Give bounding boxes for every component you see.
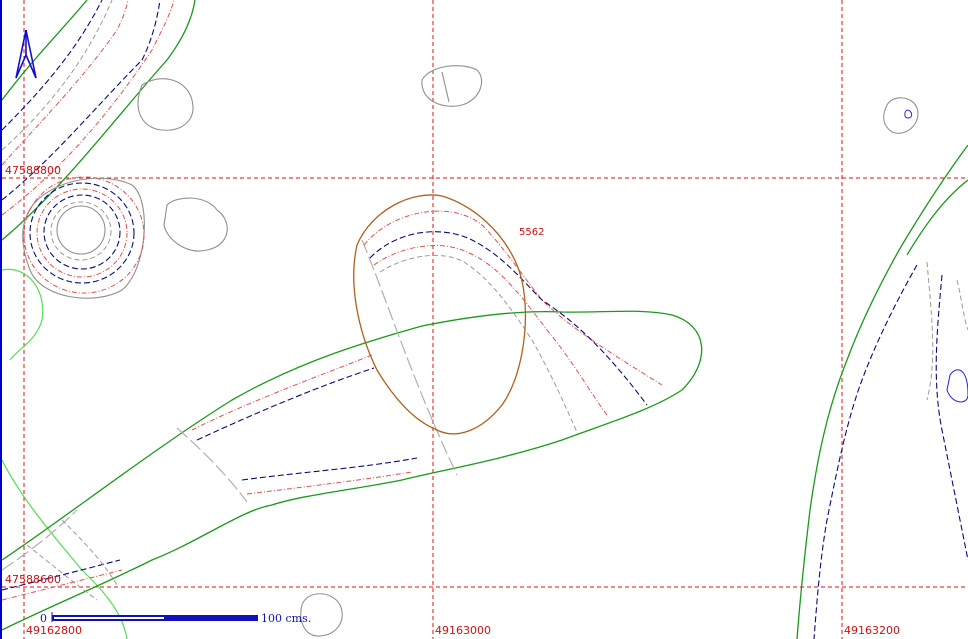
map-canvas[interactable]: 5562 47588800 47588600 49162800 49163000… [0, 0, 968, 639]
easting-label-1: 49162800 [26, 624, 82, 637]
map-drawing[interactable]: 5562 47588800 47588600 49162800 49163000… [2, 0, 968, 639]
northing-label-2: 47588600 [5, 573, 61, 586]
contour-value-label: 5562 [519, 227, 544, 238]
channel-upper-left [2, 0, 196, 241]
contour-rings [22, 176, 145, 299]
feature-outlines [137, 65, 919, 637]
contour-lines-central [363, 210, 663, 433]
channel-right [796, 144, 968, 639]
scale-start-label: 0 [40, 612, 47, 625]
easting-label-3: 49163200 [844, 624, 900, 637]
easting-label-2: 49163000 [435, 624, 491, 637]
channel-main [2, 239, 703, 631]
northing-label-1: 47588800 [5, 164, 61, 177]
scale-end-label: 100 cms. [261, 612, 311, 625]
grid-lines [2, 0, 968, 639]
